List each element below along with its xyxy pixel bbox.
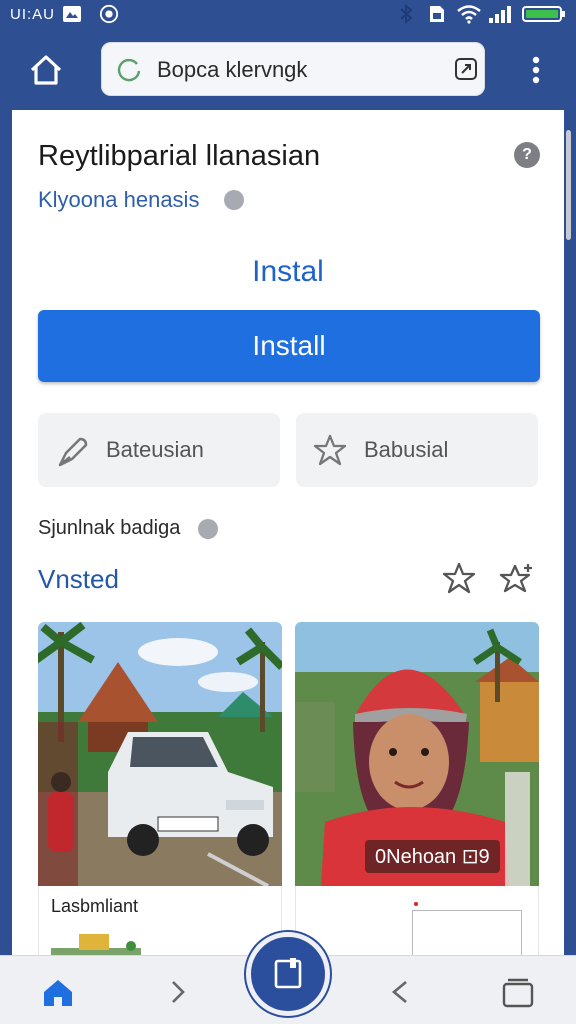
center-tab-icon	[274, 958, 302, 989]
app-title: Reytlibparial llanasian	[38, 140, 321, 172]
wifi-icon	[457, 5, 481, 24]
action-label-1: Bateusian	[106, 437, 204, 462]
scrollbar[interactable]	[566, 130, 571, 240]
tabs-icon[interactable]	[498, 972, 538, 1012]
photo-caption-text: Lasbmliant	[51, 896, 139, 916]
pencil-icon	[58, 437, 88, 467]
photo-icon	[63, 6, 81, 22]
photo-overlay-label: 0Nehoan ⊡9	[365, 840, 500, 873]
whatsapp-icon	[99, 4, 119, 24]
address-bar[interactable]: Bopca klervngk	[101, 42, 485, 96]
photo-card-1[interactable]	[38, 622, 282, 886]
app-page: Reytlibparial llanasian ? Klyoona henasi…	[12, 110, 564, 955]
forward-icon[interactable]	[158, 972, 198, 1012]
favorite-add-icon[interactable]	[498, 560, 536, 598]
photo-caption-2	[295, 886, 539, 955]
section-title[interactable]: Vnsted	[38, 564, 119, 595]
status-bar: UI:AU	[0, 0, 576, 30]
action-button-2[interactable]: Babusial	[296, 413, 538, 487]
install-button[interactable]: Install	[38, 310, 540, 382]
photo-card-2[interactable]: 0Nehoan ⊡9	[295, 622, 539, 886]
placeholder-box	[412, 910, 522, 955]
install-heading: Instal	[252, 255, 324, 288]
indicator-dot	[414, 902, 418, 906]
url-text[interactable]: Bopca klervngk	[157, 57, 307, 83]
reload-icon[interactable]	[115, 55, 143, 83]
home-icon[interactable]	[26, 50, 66, 90]
signal-icon	[489, 6, 511, 23]
battery-icon	[522, 6, 565, 22]
tab-switch-icon[interactable]	[453, 56, 479, 82]
star-icon[interactable]	[440, 560, 478, 598]
overflow-menu-icon[interactable]	[522, 50, 550, 90]
action-label-2: Babusial	[364, 437, 449, 462]
center-tab-button[interactable]	[246, 932, 330, 1016]
home-icon[interactable]	[38, 972, 78, 1012]
bluetooth-icon	[400, 4, 413, 24]
photo-caption-1: Lasbmliant	[38, 886, 282, 955]
help-icon[interactable]: ?	[514, 142, 540, 168]
sim-icon	[430, 6, 444, 22]
info-icon[interactable]	[198, 519, 218, 539]
browser-toolbar: Bopca klervngk	[0, 30, 576, 110]
related-label: Sjunlnak badiga	[38, 517, 181, 539]
car-photo	[38, 622, 282, 886]
action-button-1[interactable]: Bateusian	[38, 413, 280, 487]
app-developer-link[interactable]: Klyoona henasis	[38, 187, 199, 213]
star-outline-icon	[313, 434, 347, 466]
verified-icon	[224, 190, 244, 210]
back-icon[interactable]	[380, 972, 420, 1012]
status-time: UI:AU	[10, 6, 56, 23]
mini-thumbnail	[51, 934, 141, 955]
